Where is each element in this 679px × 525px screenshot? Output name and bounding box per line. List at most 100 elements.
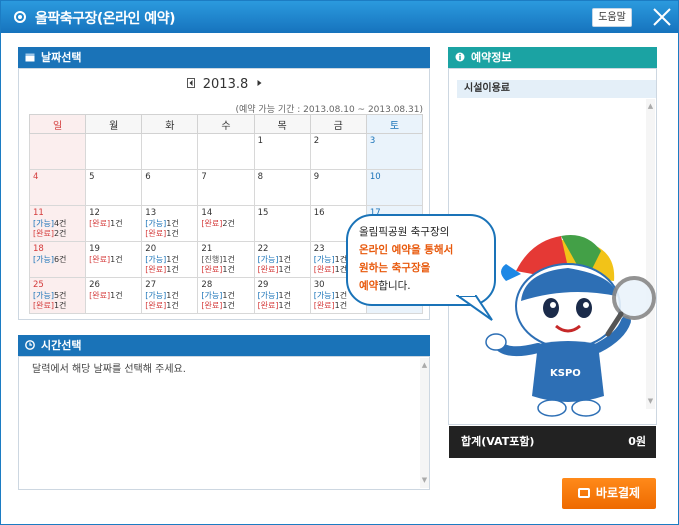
calendar-day-18[interactable]: 18 [가능]6건 [28, 241, 87, 278]
bubble-text: 올림픽공원 축구장의 온라인 예약을 통해서 원하는 축구장을 예약합니다. [359, 223, 489, 295]
calendar-icon [25, 48, 35, 69]
day-number: 16 [313, 208, 325, 218]
pay-now-button[interactable]: 바로결제 [562, 478, 656, 509]
time-panel-header: 시간선택 [18, 335, 430, 356]
calendar-day-4[interactable]: 4 [28, 169, 87, 206]
calendar-day-19[interactable]: 19 [완료]1건 [85, 241, 143, 278]
slot-status-tag: [완료] [201, 219, 223, 228]
slot-status-tag: [가능] [313, 255, 335, 264]
day-number: 1 [257, 136, 263, 146]
day-number: 19 [89, 244, 100, 254]
weekday-header: 금 [309, 114, 367, 134]
calendar-day-7[interactable]: 7 [197, 169, 255, 206]
calendar-day-28[interactable]: 28 [가능]1건 [완료]1건 [197, 277, 255, 314]
slot-status: [완료]1건 [314, 301, 363, 311]
calendar-empty-cell [85, 133, 143, 170]
slot-status-tag: [가능] [201, 291, 223, 300]
slot-status: [완료]1건 [89, 219, 138, 229]
calendar-day-2[interactable]: 2 [309, 133, 367, 170]
slot-status-count: 1건 [278, 255, 291, 264]
calendar-day-21[interactable]: 21 [진행]1건 [완료]1건 [197, 241, 255, 278]
day-number: 5 [89, 172, 95, 182]
slot-status-tag: [완료] [201, 301, 223, 310]
calendar-day-8[interactable]: 8 [253, 169, 311, 206]
day-number: 11 [33, 208, 44, 218]
slot-status: [가능]1건 [258, 291, 307, 301]
month-nav: 2013.8 [19, 77, 431, 92]
day-number: 25 [33, 280, 44, 290]
calendar-day-14[interactable]: 14 [완료]2건 [197, 205, 255, 242]
slot-status: [완료]1건 [33, 301, 82, 311]
calendar-day-9[interactable]: 9 [309, 169, 367, 206]
calendar-day-25[interactable]: 25 [가능]5건 [완료]1건 [28, 277, 87, 314]
calendar-day-20[interactable]: 20 [가능]1건 [완료]1건 [141, 241, 199, 278]
calendar-day-22[interactable]: 22 [가능]1건 [완료]1건 [253, 241, 311, 278]
calendar-day-29[interactable]: 29 [가능]1건 [완료]1건 [253, 277, 311, 314]
slot-status-tag: [완료] [145, 265, 167, 274]
slot-status-tag: [완료] [145, 301, 167, 310]
day-number: 13 [145, 208, 157, 218]
calendar-day-15[interactable]: 15 [253, 205, 311, 242]
date-panel-header: 날짜선택 [18, 47, 430, 68]
facility-fee-label: 시설이용료 [457, 80, 656, 98]
slot-status: [완료]1건 [258, 301, 307, 311]
slot-status-tag: [완료] [33, 229, 54, 238]
day-number: 9 [313, 172, 320, 182]
calendar-empty-cell [28, 133, 87, 170]
calendar-day-10[interactable]: 10 [365, 169, 424, 206]
total-value: 0원 [628, 435, 646, 448]
weekday-header: 수 [197, 114, 255, 134]
slot-status-count: 1건 [278, 291, 291, 300]
svg-text:KSPO: KSPO [550, 368, 581, 379]
weekday-header: 토 [365, 114, 424, 134]
slot-status: [진행]1건 [201, 255, 250, 265]
day-number: 7 [201, 172, 207, 182]
time-message: 달력에서 해당 날짜를 선택해 주세요. [32, 364, 186, 375]
slot-status-count: 1건 [53, 301, 67, 310]
calendar-day-6[interactable]: 6 [141, 169, 199, 206]
slot-status: [가능]1건 [258, 255, 307, 265]
bubble-line4-rest: 합니다. [378, 280, 411, 292]
slot-status-tag: [가능] [145, 291, 167, 300]
help-button[interactable]: 도움말 [592, 8, 632, 27]
calendar-day-13[interactable]: 13 [가능]1건 [완료]1건 [141, 205, 199, 242]
bubble-line2: 온라인 예약을 통해서 [359, 244, 454, 256]
slot-status: [완료]1건 [145, 301, 194, 311]
date-panel-title: 날짜선택 [41, 51, 82, 64]
close-icon[interactable] [650, 5, 674, 29]
day-number: 14 [201, 208, 213, 218]
day-number: 26 [89, 280, 100, 290]
slot-status-tag: [완료] [257, 265, 279, 274]
calendar-week: 1 2 3 [28, 133, 424, 170]
calendar-day-12[interactable]: 12 [완료]1건 [85, 205, 143, 242]
slot-status-count: 4건 [53, 219, 67, 228]
day-number: 27 [145, 280, 157, 290]
slot-status-tag: [가능] [257, 255, 279, 264]
slot-status-count: 1건 [222, 291, 235, 300]
slot-status-count: 1건 [278, 301, 291, 310]
calendar-day-11[interactable]: 11 [가능]4건 [완료]2건 [28, 205, 87, 242]
slot-status-count: 1건 [166, 265, 179, 274]
next-month-icon[interactable] [256, 78, 263, 91]
slot-status-count: 1건 [222, 255, 235, 264]
prev-month-icon[interactable] [186, 78, 195, 91]
weekday-header: 목 [253, 114, 311, 134]
calendar-week: 4 5 6 7 8 9 10 [28, 169, 424, 206]
slot-status-count: 1건 [166, 301, 179, 310]
calendar-day-27[interactable]: 27 [가능]1건 [완료]1건 [141, 277, 199, 314]
calendar-day-1[interactable]: 1 [253, 133, 311, 170]
slot-status-tag: [가능] [145, 255, 167, 264]
time-scrollbar[interactable]: ▲ ▼ [420, 358, 429, 488]
slot-status-tag: [가능] [33, 255, 54, 264]
slot-status-count: 5건 [53, 291, 67, 300]
window-title: 올팍축구장(온라인 예약) [35, 11, 175, 27]
slot-status: [가능]1건 [145, 291, 194, 301]
calendar-day-5[interactable]: 5 [85, 169, 143, 206]
calendar-day-26[interactable]: 26 [완료]1건 [85, 277, 143, 314]
day-number: 29 [257, 280, 269, 290]
slot-status: [완료]1건 [145, 265, 194, 275]
time-panel-title: 시간선택 [41, 339, 82, 352]
day-number: 15 [257, 208, 269, 218]
calendar-day-3[interactable]: 3 [365, 133, 424, 170]
target-icon [14, 11, 26, 23]
